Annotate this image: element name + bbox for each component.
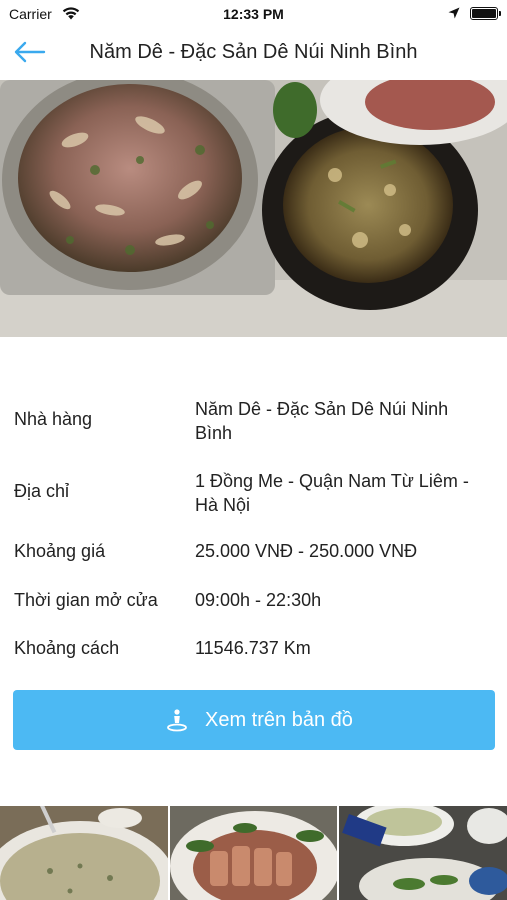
detail-value: 09:00h - 22:30h [195, 590, 322, 610]
person-pin-icon [167, 709, 187, 732]
gallery-photo-3[interactable] [339, 806, 507, 900]
battery-icon [470, 7, 501, 20]
detail-value: 1 Đồng Me - Quận Nam Từ Liêm - Hà Nội [195, 471, 469, 515]
detail-row-hours: Thời gian mở cửa 09:00h - 22:30h [0, 587, 507, 613]
detail-row-restaurant: Nhà hàng Năm Dê - Đặc Sản Dê Núi Ninh Bì… [0, 396, 507, 446]
detail-label: Nhà hàng [14, 409, 93, 429]
clock: 12:33 PM [223, 6, 284, 22]
detail-value: 11546.737 Km [195, 638, 311, 658]
back-button[interactable] [12, 38, 48, 66]
location-arrow-icon [448, 7, 460, 19]
detail-label: Khoảng giá [14, 541, 106, 561]
detail-label: Khoảng cách [14, 638, 120, 658]
arrow-left-icon [14, 41, 46, 63]
page-title: Năm Dê - Đặc Sản Dê Núi Ninh Bình [89, 41, 418, 63]
status-bar: Carrier 12:33 PM [0, 0, 507, 28]
view-on-map-button[interactable]: Xem trên bản đồ [13, 690, 495, 750]
gallery-photo-1[interactable] [0, 806, 168, 900]
detail-value: Năm Dê - Đặc Sản Dê Núi Ninh Bình [195, 399, 449, 443]
photo-gallery [0, 806, 507, 900]
detail-row-price: Khoảng giá 25.000 VNĐ - 250.000 VNĐ [0, 538, 507, 564]
navigation-bar: Năm Dê - Đặc Sản Dê Núi Ninh Bình [0, 28, 507, 78]
battery-fill [472, 9, 496, 18]
detail-label: Địa chỉ [14, 481, 70, 501]
view-on-map-label: Xem trên bản đồ [205, 709, 353, 731]
detail-value: 25.000 VNĐ - 250.000 VNĐ [195, 541, 418, 561]
detail-row-address: Địa chỉ 1 Đồng Me - Quận Nam Từ Liêm - H… [0, 468, 507, 518]
detail-label: Thời gian mở cửa [14, 590, 158, 610]
detail-row-distance: Khoảng cách 11546.737 Km [0, 635, 507, 661]
gallery-photo-2[interactable] [170, 806, 337, 900]
restaurant-photo [0, 80, 507, 337]
